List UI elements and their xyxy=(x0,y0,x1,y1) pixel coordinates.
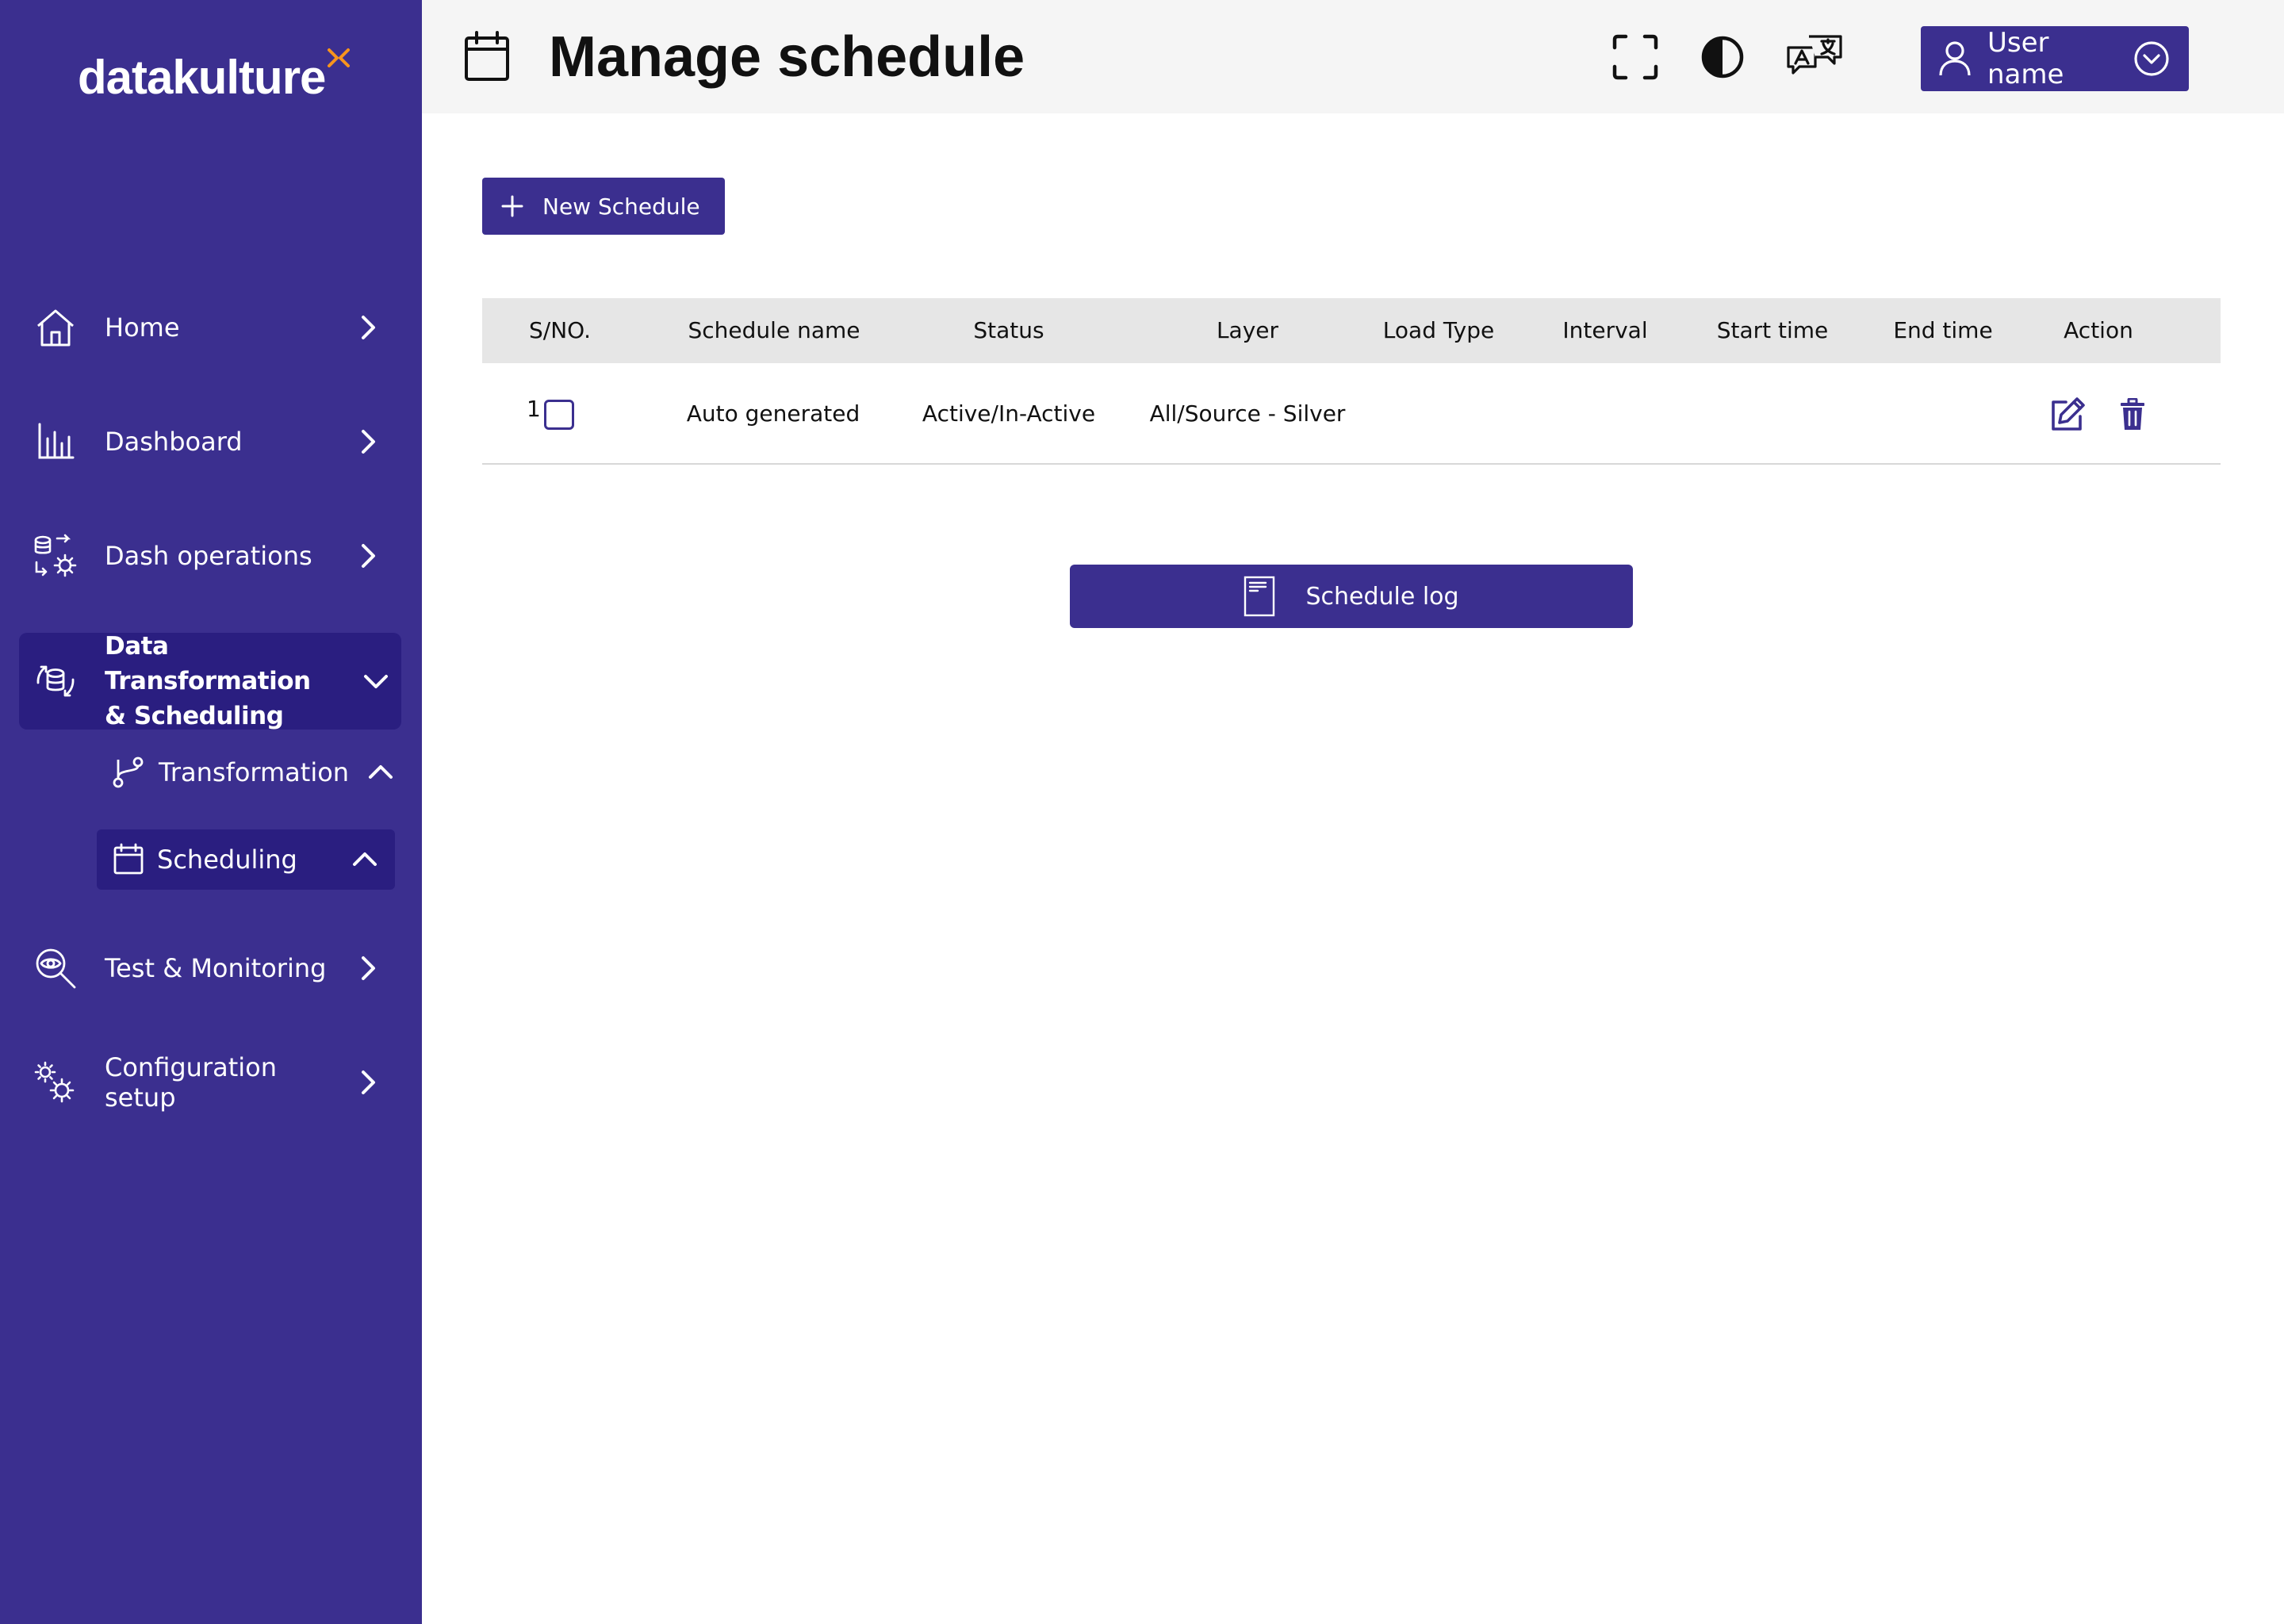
logo-text: datakulture xyxy=(78,51,326,104)
sidebar-subitem-label: Transformation xyxy=(159,757,350,787)
sidebar-item-dashboard[interactable]: Dashboard xyxy=(19,398,401,485)
column-header-status: Status xyxy=(973,317,1044,343)
home-icon xyxy=(25,297,86,358)
chevron-down-circle-icon xyxy=(2133,40,2170,77)
row-status: Active/In-Active xyxy=(922,400,1096,427)
sidebar-item-dash-operations[interactable]: Dash operations xyxy=(19,512,401,599)
user-name-label: User name xyxy=(1987,27,2064,90)
chevron-right-icon xyxy=(362,956,375,980)
sidebar-item-data-transformation-scheduling[interactable]: Data Transformation & Scheduling xyxy=(19,632,401,730)
edit-icon[interactable] xyxy=(2048,395,2087,435)
schedule-log-button[interactable]: Schedule log xyxy=(1070,565,1633,628)
magnifier-eye-icon xyxy=(25,938,86,998)
datakulture-logo[interactable]: datakulture xyxy=(78,46,351,109)
column-header-start-time: Start time xyxy=(1716,317,1829,343)
page-title: Manage schedule xyxy=(549,25,1025,89)
schedule-log-label: Schedule log xyxy=(1305,582,1459,611)
chevron-right-icon xyxy=(362,316,375,339)
calendar-icon xyxy=(113,842,148,877)
sidebar-subitem-transformation[interactable]: Transformation xyxy=(111,742,397,802)
new-schedule-label: New Schedule xyxy=(542,193,700,220)
sidebar-item-label-line2: & Scheduling xyxy=(105,702,284,730)
contrast-icon[interactable] xyxy=(1696,30,1749,84)
sidebar-item-label: Dashboard xyxy=(105,427,243,457)
sidebar: datakulture Home Dashboard Dash operatio… xyxy=(0,0,422,1624)
sidebar-item-label: Data Transformation & Scheduling xyxy=(105,629,360,733)
gears-icon xyxy=(25,1052,86,1113)
fullscreen-icon[interactable] xyxy=(1608,30,1662,84)
plus-icon xyxy=(501,195,523,217)
sidebar-item-label: Home xyxy=(105,312,180,343)
chevron-right-icon xyxy=(362,1071,375,1094)
sidebar-subitem-label: Scheduling xyxy=(157,845,297,875)
column-header-layer: Layer xyxy=(1216,317,1279,343)
row-sno: 1 xyxy=(527,396,541,422)
sidebar-item-label: Test & Monitoring xyxy=(105,953,327,983)
chevron-right-icon xyxy=(362,430,375,454)
column-header-action: Action xyxy=(2064,317,2133,343)
user-menu-button[interactable]: User name xyxy=(1921,26,2189,91)
column-header-sno: S/NO. xyxy=(529,317,591,343)
sidebar-item-label: Configuration setup xyxy=(105,1052,278,1113)
column-header-end-time: End time xyxy=(1893,317,1993,343)
bar-chart-icon xyxy=(25,412,86,472)
sidebar-item-label: Dash operations xyxy=(105,541,312,571)
row-schedule-name: Auto generated xyxy=(686,400,860,427)
logo-mark-icon xyxy=(328,48,351,67)
translate-icon[interactable] xyxy=(1781,30,1848,84)
calendar-icon xyxy=(463,30,511,82)
trash-icon[interactable] xyxy=(2113,395,2152,435)
chevron-right-icon xyxy=(362,544,375,568)
column-header-load-type: Load Type xyxy=(1382,317,1495,343)
row-layer: All/Source - Silver xyxy=(1149,400,1346,427)
sidebar-subitem-scheduling[interactable]: Scheduling xyxy=(97,829,395,890)
user-icon xyxy=(1938,40,1972,77)
chevron-down-icon xyxy=(364,675,388,688)
sidebar-item-label-line1: Data Transformation xyxy=(105,632,311,695)
sidebar-item-test-monitoring[interactable]: Test & Monitoring xyxy=(19,925,401,1012)
data-sync-icon xyxy=(25,651,86,711)
new-schedule-button[interactable]: New Schedule xyxy=(482,178,725,235)
column-header-schedule-name: Schedule name xyxy=(688,317,860,343)
schedule-table: S/NO. Schedule name Status Layer Load Ty… xyxy=(482,298,2221,465)
sidebar-item-home[interactable]: Home xyxy=(19,284,401,371)
chevron-up-icon xyxy=(369,765,393,779)
column-header-interval: Interval xyxy=(1562,317,1648,343)
sidebar-item-configuration-setup[interactable]: Configuration setup xyxy=(19,1039,401,1126)
chevron-up-icon xyxy=(353,852,377,866)
row-select-checkbox[interactable] xyxy=(544,400,574,430)
table-header: S/NO. Schedule name Status Layer Load Ty… xyxy=(482,298,2221,363)
document-icon xyxy=(1244,576,1275,617)
top-header: Manage schedule User name xyxy=(422,0,2284,113)
database-gear-icon xyxy=(25,526,86,586)
git-branch-icon xyxy=(111,755,146,790)
table-row: 1 Auto generated Active/In-Active All/So… xyxy=(482,363,2221,465)
